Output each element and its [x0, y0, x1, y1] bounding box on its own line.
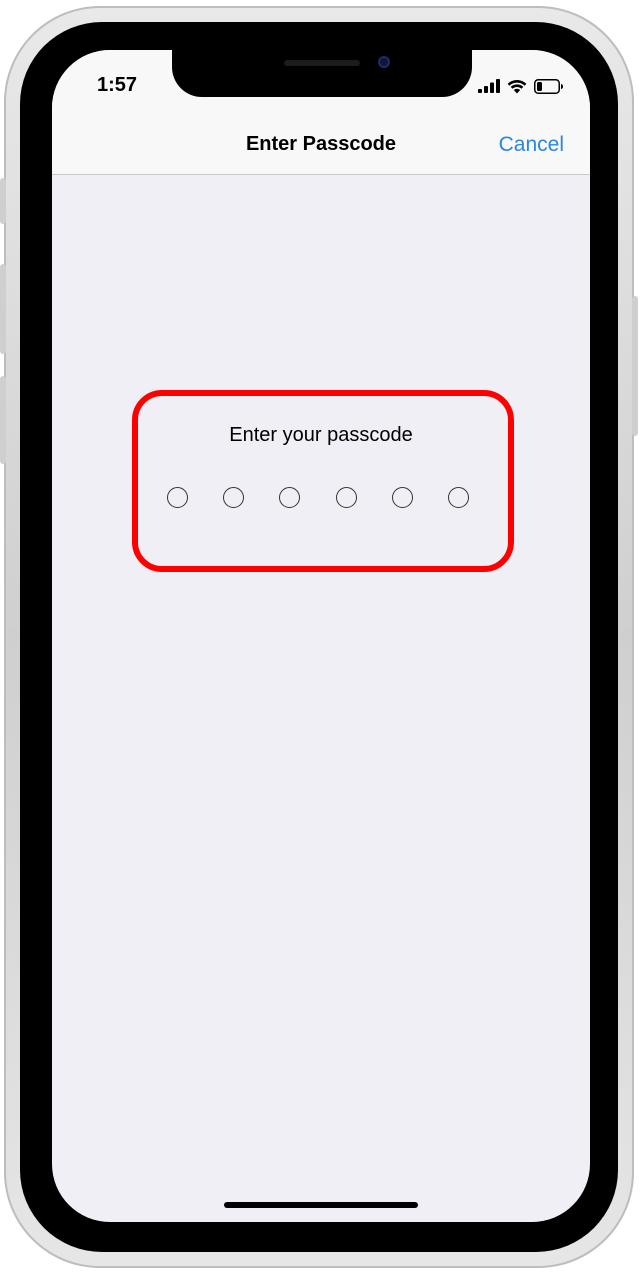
passcode-dot — [167, 487, 188, 508]
passcode-dot — [335, 487, 357, 508]
home-indicator[interactable] — [224, 1202, 418, 1208]
passcode-dot — [448, 487, 469, 508]
screen: 1:57 Enter Passcode Cancel Enter your pa… — [52, 50, 590, 1222]
side-button — [632, 296, 638, 436]
cancel-button[interactable]: Cancel — [499, 133, 564, 157]
front-camera-icon — [378, 56, 390, 68]
volume-up-button — [0, 264, 6, 354]
wifi-icon — [507, 79, 527, 93]
status-bar: 1:57 — [52, 50, 590, 128]
passcode-dot — [223, 487, 245, 508]
passcode-dots[interactable] — [167, 487, 477, 513]
battery-icon — [534, 78, 563, 94]
passcode-dot — [391, 487, 413, 508]
action-button — [0, 178, 6, 224]
volume-down-button — [0, 376, 6, 464]
passcode-dot — [279, 487, 301, 508]
cellular-signal-icon — [478, 79, 500, 93]
notch — [172, 50, 472, 97]
status-time: 1:57 — [97, 74, 138, 96]
status-icons — [478, 76, 564, 96]
passcode-prompt: Enter your passcode — [229, 424, 413, 446]
speaker-grille — [284, 60, 360, 66]
navigation-bar: Enter Passcode Cancel — [52, 128, 590, 175]
highlight-annotation — [132, 390, 514, 572]
